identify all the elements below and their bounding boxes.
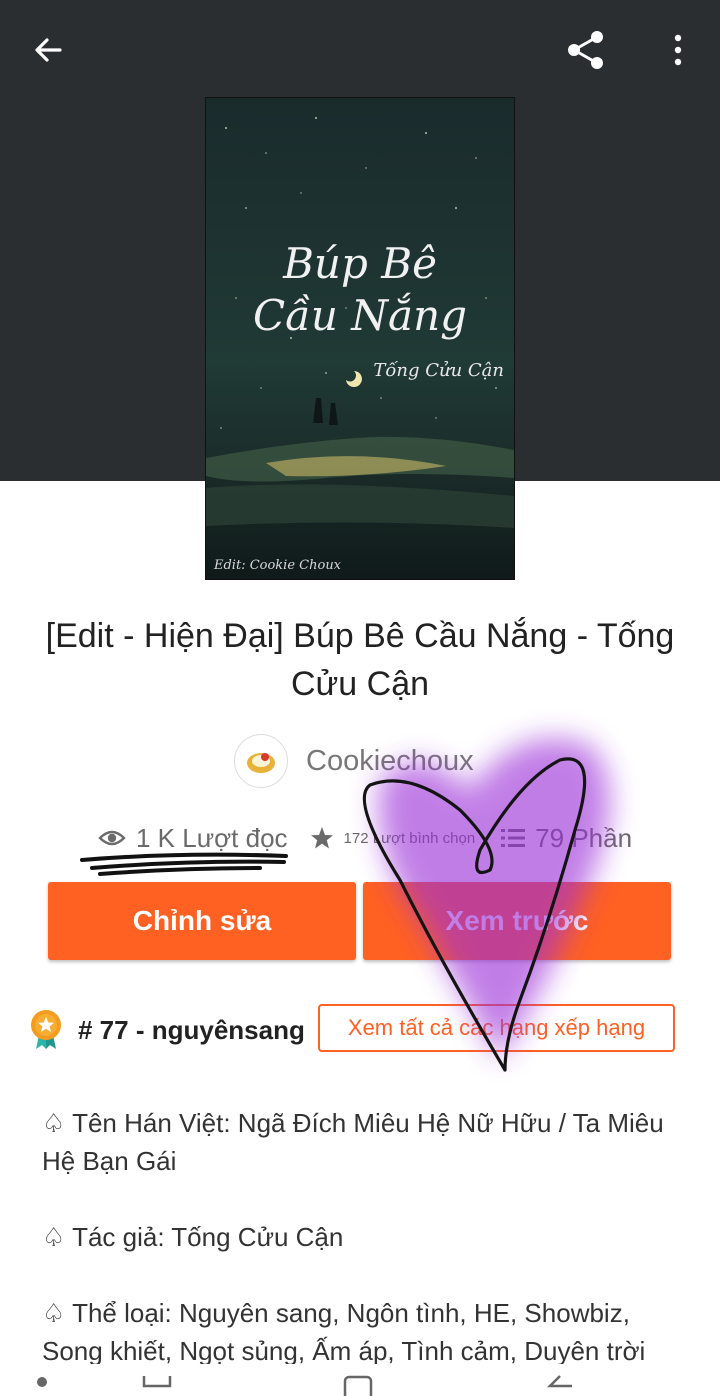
reads-stat: 1 K Lượt đọc (98, 823, 288, 854)
more-options-button[interactable] (650, 22, 706, 78)
share-button[interactable] (558, 22, 614, 78)
list-icon (501, 829, 526, 847)
author-link[interactable]: Cookiechoux (234, 734, 474, 788)
back-arrow-icon (35, 38, 62, 62)
view-all-rankings-button[interactable]: Xem tất cả các hạng xếp hạng (318, 1004, 675, 1052)
cover-author: Tống Cửu Cận (373, 360, 504, 381)
star-icon (310, 827, 333, 849)
story-description: ♤ Tên Hán Việt: Ngã Đích Miêu Hệ Nữ Hữu … (42, 1104, 682, 1396)
story-cover-image[interactable]: Búp Bê Cầu Nắng Tống Cửu Cận Edit: Cooki… (206, 98, 514, 579)
description-line: ♤ Thể loại: Nguyên sang, Ngôn tình, HE, … (42, 1298, 646, 1366)
rank-medal-icon (31, 1010, 61, 1049)
reads-count: 1 K Lượt đọc (136, 822, 288, 853)
preview-button[interactable]: Xem trước (363, 882, 671, 960)
edit-button[interactable]: Chỉnh sửa (48, 882, 356, 960)
share-icon (568, 31, 603, 69)
parts-count: 79 Phần (535, 822, 633, 853)
back-button[interactable] (20, 22, 76, 78)
cover-credit: Edit: Cookie Choux (214, 558, 342, 573)
votes-count: 172 Lượt bình chọn (343, 829, 476, 847)
nav-back-icon[interactable] (544, 1374, 576, 1396)
nav-dot-icon[interactable] (34, 1374, 50, 1390)
story-title: [Edit - Hiện Đại] Búp Bê Cầu Nắng - Tống… (45, 617, 675, 703)
story-stats: 1 K Lượt đọc 172 Lượt bình chọn 79 Phần (98, 818, 632, 858)
cover-title: Búp Bê Cầu Nắng (253, 239, 467, 340)
avatar[interactable] (234, 734, 288, 788)
description-line: ♤ Tác giả: Tống Cửu Cận (42, 1222, 344, 1252)
system-navigation-bar (0, 1364, 720, 1396)
description-line: ♤ Tên Hán Việt: Ngã Đích Miêu Hệ Nữ Hữu … (42, 1108, 664, 1176)
avatar-logo-icon (247, 753, 275, 773)
more-vert-icon (674, 34, 682, 66)
rank-text: # 77 - nguyênsang (78, 1014, 305, 1045)
parts-stat: 79 Phần (501, 823, 632, 854)
eye-icon (98, 830, 126, 846)
home-icon[interactable] (342, 1374, 374, 1396)
votes-stat: 172 Lượt bình chọn (310, 826, 476, 850)
author-name[interactable]: Cookiechoux (306, 745, 474, 778)
recent-apps-icon[interactable] (140, 1374, 174, 1396)
ranking-badge: # 77 - nguyênsang (30, 1004, 305, 1056)
